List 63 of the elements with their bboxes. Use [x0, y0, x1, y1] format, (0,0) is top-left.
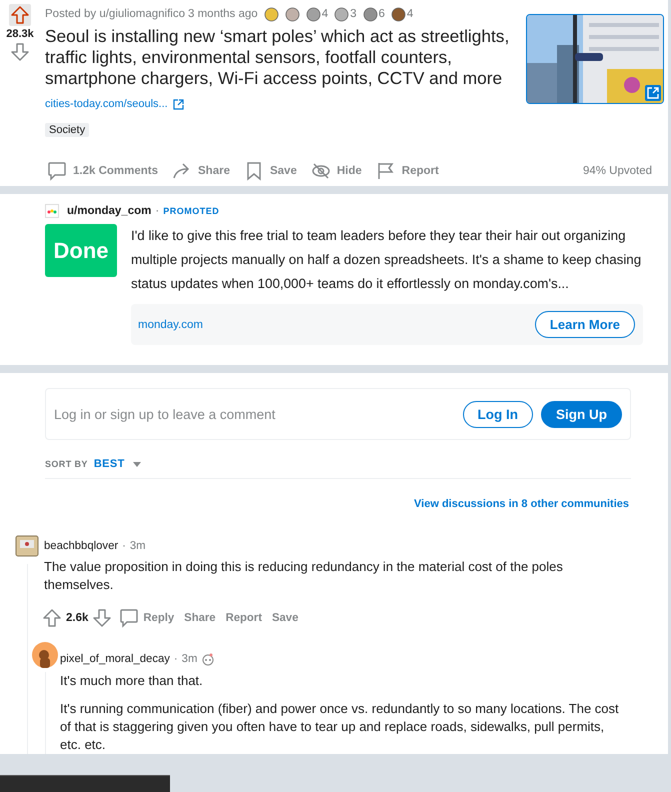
award-count: 4: [322, 8, 328, 20]
sort-label: SORT BY: [45, 459, 88, 469]
separator-dot: ·: [155, 205, 160, 217]
award-icon[interactable]: [284, 6, 300, 22]
award-icon[interactable]: [306, 6, 321, 22]
avatar-icon[interactable]: [32, 642, 58, 668]
comment-author[interactable]: beachbbqlover: [44, 540, 118, 552]
post-time: 3 months ago: [188, 8, 258, 20]
hide-button[interactable]: Hide: [304, 157, 368, 185]
external-link-icon[interactable]: [172, 98, 184, 110]
award-icon[interactable]: [362, 6, 378, 22]
share-button[interactable]: Share: [166, 157, 236, 185]
ad-text: I'd like to give this free trial to team leaders before they tear their hair out organizing multiple projects manually on half a dozen spreadsheets. It's a shame to keep chasing status updates when 100,000+ teams do it effortlessly on monday.com's...: [131, 227, 642, 293]
flair-tag[interactable]: Society: [45, 123, 90, 137]
comment-action-button[interactable]: Report: [222, 608, 265, 628]
comment-action-button[interactable]: Save: [268, 608, 302, 628]
badge-icon: [201, 652, 216, 666]
comment-author[interactable]: pixel_of_moral_decay: [60, 653, 170, 665]
comment-action-button[interactable]: Share: [181, 608, 219, 628]
other-discussions-link[interactable]: View discussions in 8 other communities: [414, 498, 629, 510]
downvote-icon[interactable]: [92, 608, 112, 628]
sort-dropdown[interactable]: BEST: [94, 458, 141, 470]
comment-text: It's much more than that.: [60, 672, 204, 690]
comment-input[interactable]: Log in or sign up to leave a comment Log In Sign Up: [45, 388, 631, 440]
external-link-icon[interactable]: [645, 85, 661, 101]
comment-time: 3m: [130, 540, 146, 552]
report-button[interactable]: Report: [370, 157, 445, 185]
sign-up-button[interactable]: Sign Up: [541, 400, 622, 428]
caret-icon: [132, 462, 141, 466]
award-count: 6: [378, 8, 385, 20]
comment-text: It's running communication (fiber) and power once vs. redundantly to so many locations. The cost of that is staggering given you often have to tear up and replace roads, sidewalks, pull permits, etc. etc.: [60, 700, 620, 754]
log-in-button[interactable]: Log In: [462, 400, 533, 428]
award-icon[interactable]: [334, 6, 350, 22]
save-button[interactable]: Save: [238, 157, 303, 185]
award-count: 4: [406, 8, 414, 20]
vote-count: 2.6k: [66, 612, 88, 624]
separator-dot: ·: [122, 540, 126, 552]
promoted-label: PROMOTED: [163, 206, 220, 216]
award-count: 3: [350, 8, 356, 20]
upvote-icon[interactable]: [10, 5, 30, 25]
downvote-icon[interactable]: [10, 42, 30, 62]
hide-eye-icon: [310, 161, 331, 181]
learn-more-button[interactable]: Learn More: [534, 311, 635, 338]
comment-icon: [47, 161, 67, 181]
source-link[interactable]: cities-today.com/seouls...: [45, 98, 168, 110]
ad-domain[interactable]: monday.com: [138, 318, 203, 330]
comments-button[interactable]: 1.2k Comments: [41, 157, 164, 185]
brand-icon: [45, 204, 59, 218]
post-author[interactable]: Posted by u/giuliomagnifico: [45, 8, 185, 20]
comment-icon: [119, 608, 140, 628]
vote-count: 28.3k: [6, 28, 34, 40]
award-icon[interactable]: [390, 6, 406, 22]
separator-dot: ·: [174, 653, 178, 665]
comment-time: 3m: [182, 653, 198, 665]
award-icon[interactable]: [264, 6, 279, 22]
upvote-ratio: 94% Upvoted: [582, 165, 652, 177]
upvote-icon[interactable]: [42, 608, 62, 628]
post-title[interactable]: Seoul is installing new ‘smart poles’ which act as streetlights, traffic lights, environmental sensors, footfall counters, smartphone chargers, Wi-Fi access points, CCTV and more: [45, 26, 516, 89]
advertiser-name[interactable]: u/monday_com: [67, 205, 152, 217]
comment-text: The value proposition in doing this is reducing redundancy in the material cost of the poles themselves.: [44, 558, 564, 594]
input-placeholder: Log in or sign up to leave a comment: [54, 406, 276, 422]
flag-icon: [376, 161, 396, 181]
reply-button[interactable]: Reply: [116, 604, 178, 632]
